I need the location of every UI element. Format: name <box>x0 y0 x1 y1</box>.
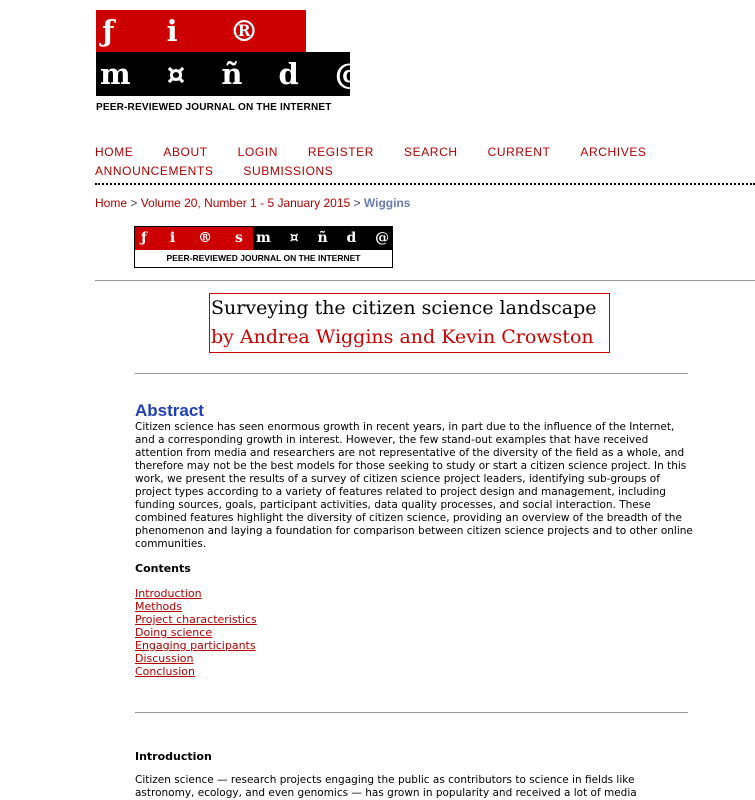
list-item: Methods <box>135 600 257 613</box>
site-logo[interactable]: ƒ i ® s t m ¤ ñ d @ ¥ PEER-REVIEWED JOUR… <box>96 10 350 113</box>
divider <box>95 280 755 281</box>
main-nav: HOME ABOUT LOGIN REGISTER SEARCH CURRENT… <box>95 143 745 181</box>
article-title: Surveying the citizen science landscape <box>211 297 597 319</box>
nav-register[interactable]: REGISTER <box>308 143 374 162</box>
nav-row-2: ANNOUNCEMENTS SUBMISSIONS <box>95 162 745 181</box>
toc-link-discussion[interactable]: Discussion <box>135 652 194 665</box>
nav-about[interactable]: ABOUT <box>163 143 207 162</box>
article-title-box: Surveying the citizen science landscape … <box>209 293 610 353</box>
toc-link-doing-science[interactable]: Doing science <box>135 626 212 639</box>
toc-link-project-characteristics[interactable]: Project characteristics <box>135 613 257 626</box>
banner-tagline: PEER-REVIEWED JOURNAL ON THE INTERNET <box>166 253 361 263</box>
breadcrumb-home[interactable]: Home <box>95 196 127 210</box>
abstract-heading: Abstract <box>135 401 204 420</box>
breadcrumb-issue[interactable]: Volume 20, Number 1 - 5 January 2015 <box>141 196 350 210</box>
list-item: Introduction <box>135 587 257 600</box>
breadcrumb-separator: > <box>130 196 138 210</box>
nav-announcements[interactable]: ANNOUNCEMENTS <box>95 162 213 181</box>
toc-link-introduction[interactable]: Introduction <box>135 587 202 600</box>
breadcrumb: Home > Volume 20, Number 1 - 5 January 2… <box>95 196 410 210</box>
contents-heading: Contents <box>135 562 191 575</box>
logo-red-band: ƒ i ® s t <box>96 10 306 52</box>
banner-black-band: m ¤ ñ d @ ¥ <box>253 227 392 250</box>
divider <box>135 373 688 374</box>
contents-list: Introduction Methods Project characteris… <box>135 587 257 678</box>
nav-submissions[interactable]: SUBMISSIONS <box>243 162 333 181</box>
logo-black-band: m ¤ ñ d @ ¥ <box>96 52 350 96</box>
banner-red-band: ƒ i ® s t <box>135 227 253 250</box>
divider <box>135 712 688 713</box>
nav-home[interactable]: HOME <box>95 143 133 162</box>
nav-login[interactable]: LOGIN <box>238 143 278 162</box>
list-item: Discussion <box>135 652 257 665</box>
introduction-heading: Introduction <box>135 750 212 763</box>
nav-row-1: HOME ABOUT LOGIN REGISTER SEARCH CURRENT… <box>95 143 745 162</box>
nav-dotted-divider <box>95 183 755 185</box>
breadcrumb-current: Wiggins <box>363 196 411 210</box>
article-byline: by Andrea Wiggins and Kevin Crowston <box>211 326 594 348</box>
logo-tagline: PEER-REVIEWED JOURNAL ON THE INTERNET <box>96 102 332 113</box>
list-item: Doing science <box>135 626 257 639</box>
nav-archives[interactable]: ARCHIVES <box>580 143 646 162</box>
nav-search[interactable]: SEARCH <box>404 143 458 162</box>
introduction-text: Citizen science — research projects enga… <box>135 774 637 799</box>
toc-link-engaging-participants[interactable]: Engaging participants <box>135 639 256 652</box>
list-item: Engaging participants <box>135 639 257 652</box>
journal-banner-logo: ƒ i ® s t m ¤ ñ d @ ¥ PEER-REVIEWED JOUR… <box>134 226 393 268</box>
nav-current[interactable]: CURRENT <box>488 143 551 162</box>
abstract-text: Citizen science has seen enormous growth… <box>135 421 693 550</box>
list-item: Project characteristics <box>135 613 257 626</box>
toc-link-methods[interactable]: Methods <box>135 600 182 613</box>
breadcrumb-separator: > <box>353 196 361 210</box>
list-item: Conclusion <box>135 665 257 678</box>
toc-link-conclusion[interactable]: Conclusion <box>135 665 195 678</box>
